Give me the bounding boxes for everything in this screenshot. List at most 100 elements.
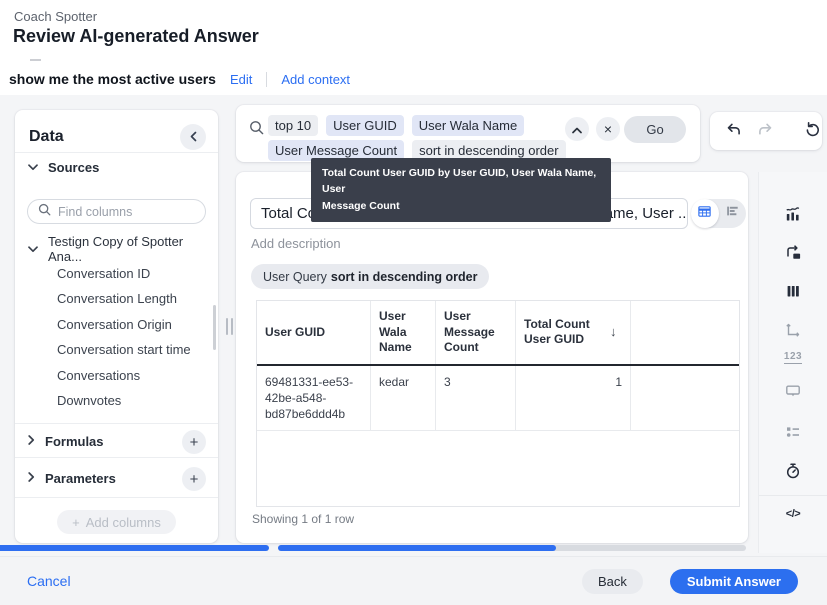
query-row: show me the most active users Edit Add c… bbox=[9, 68, 350, 90]
divider bbox=[15, 152, 218, 153]
add-columns-button[interactable]: + Add columns bbox=[57, 510, 176, 534]
history-controls bbox=[710, 112, 822, 150]
divider bbox=[759, 495, 827, 496]
column-item[interactable]: Conversation Origin bbox=[57, 315, 172, 333]
add-columns-label: Add columns bbox=[86, 515, 161, 530]
find-columns-input[interactable] bbox=[58, 205, 195, 219]
divider bbox=[15, 497, 218, 498]
sidebar-horizontal-scrollbar[interactable] bbox=[0, 545, 269, 551]
page-title: Review AI-generated Answer bbox=[13, 26, 259, 47]
column-header-sorted[interactable]: Total Count User GUID ↓ bbox=[516, 301, 631, 364]
change-viz-icon bbox=[784, 244, 802, 265]
search-token[interactable]: User GUID bbox=[326, 115, 404, 136]
dataset-node[interactable]: Testign Copy of Spotter Ana... bbox=[28, 240, 218, 258]
view-code-button[interactable]: </> bbox=[759, 502, 827, 526]
axes-icon bbox=[784, 321, 802, 342]
table-cell: 1 bbox=[516, 366, 631, 431]
column-item[interactable]: Conversation ID bbox=[57, 264, 150, 282]
divider bbox=[15, 423, 218, 424]
table-view-toggle[interactable] bbox=[691, 199, 719, 228]
add-context-link[interactable]: Add context bbox=[281, 72, 350, 87]
go-button[interactable]: Go bbox=[624, 116, 686, 143]
panel-resize-handle[interactable] bbox=[226, 318, 233, 335]
undo-button[interactable] bbox=[725, 121, 742, 141]
formulas-section-header[interactable]: Formulas bbox=[28, 432, 104, 450]
sources-section-header[interactable]: Sources bbox=[28, 158, 99, 176]
reset-button[interactable] bbox=[804, 121, 821, 141]
sidebar-scrollbar-thumb[interactable] bbox=[213, 305, 216, 350]
submit-answer-button[interactable]: Submit Answer bbox=[670, 569, 798, 594]
parameters-section-header[interactable]: Parameters bbox=[28, 469, 116, 487]
user-query-text: show me the most active users bbox=[9, 71, 216, 87]
footer-bar: Cancel Back Submit Answer bbox=[0, 556, 827, 605]
user-query-chip[interactable]: User Query sort in descending order bbox=[251, 264, 489, 289]
table-header-row: User GUID User Wala Name User Message Co… bbox=[257, 301, 739, 366]
chip-value: sort in descending order bbox=[331, 270, 478, 284]
column-item[interactable]: Downvotes bbox=[57, 391, 121, 409]
chevron-down-icon bbox=[28, 240, 38, 258]
bar-chart-icon bbox=[725, 204, 739, 223]
back-button[interactable]: Back bbox=[582, 569, 643, 594]
parameters-label: Parameters bbox=[45, 471, 116, 486]
close-icon: × bbox=[604, 122, 612, 136]
result-table: User GUID User Wala Name User Message Co… bbox=[256, 300, 740, 507]
schedule-button[interactable] bbox=[759, 460, 827, 484]
display-settings-button[interactable] bbox=[759, 380, 827, 404]
column-item[interactable]: Conversation start time bbox=[57, 340, 191, 358]
code-icon: </> bbox=[786, 508, 800, 520]
divider bbox=[15, 457, 218, 458]
divider bbox=[266, 72, 267, 87]
table-cell-empty bbox=[631, 366, 739, 431]
column-item[interactable]: Conversation Length bbox=[57, 289, 177, 307]
add-formula-button[interactable]: + bbox=[182, 430, 206, 454]
search-icon bbox=[38, 203, 51, 221]
dataset-name: Testign Copy of Spotter Ana... bbox=[48, 234, 218, 264]
main-horizontal-scrollbar-track[interactable] bbox=[278, 545, 746, 551]
coach-spotter-screen: Coach Spotter Review AI-generated Answer… bbox=[0, 0, 827, 605]
search-token[interactable]: top 10 bbox=[268, 115, 318, 136]
collapse-panel-button[interactable] bbox=[180, 124, 206, 150]
format-rules-icon bbox=[784, 423, 802, 444]
visualization-toggle bbox=[691, 199, 746, 228]
reset-icon bbox=[804, 121, 821, 141]
answer-card: Total Count User GUID by User GUID, User… bbox=[236, 172, 748, 543]
undo-icon bbox=[725, 121, 742, 141]
edit-link[interactable]: Edit bbox=[230, 72, 252, 87]
answer-toolbar: 123 </> bbox=[758, 172, 827, 553]
configure-axes-button[interactable] bbox=[759, 319, 827, 343]
search-bar: top 10 User GUID User Wala Name User Mes… bbox=[236, 105, 700, 162]
column-header[interactable]: User Message Count bbox=[436, 301, 516, 364]
sources-label: Sources bbox=[48, 160, 99, 175]
conditional-formatting-button[interactable] bbox=[759, 421, 827, 445]
chevron-down-icon bbox=[28, 158, 38, 176]
data-panel: Data Sources Testign Copy of Sp bbox=[15, 110, 218, 543]
row-count-status: Showing 1 of 1 row bbox=[252, 512, 354, 526]
cancel-link[interactable]: Cancel bbox=[27, 573, 71, 589]
table-cell: kedar bbox=[371, 366, 436, 431]
chevron-up-icon bbox=[572, 122, 582, 137]
formulas-label: Formulas bbox=[45, 434, 104, 449]
column-header[interactable]: User Wala Name bbox=[371, 301, 436, 364]
add-description-field[interactable]: Add description bbox=[251, 236, 341, 251]
search-icon bbox=[249, 120, 264, 140]
chart-view-toggle[interactable] bbox=[719, 199, 747, 228]
column-item[interactable]: Conversations bbox=[57, 366, 140, 384]
redo-button[interactable] bbox=[757, 121, 774, 141]
number-format-button[interactable]: 123 bbox=[759, 345, 827, 369]
main-horizontal-scrollbar-thumb[interactable] bbox=[278, 545, 556, 551]
add-parameter-button[interactable]: + bbox=[182, 467, 206, 491]
table-row: 69481331-ee53-42be-a548-bd87be6ddd4b ked… bbox=[257, 366, 739, 432]
visualize-button[interactable] bbox=[759, 203, 827, 227]
edit-columns-button[interactable] bbox=[759, 280, 827, 304]
tooltip-display-icon bbox=[784, 382, 802, 403]
column-header-empty bbox=[631, 301, 739, 364]
search-token[interactable]: User Wala Name bbox=[412, 115, 524, 136]
collapse-search-button[interactable] bbox=[565, 117, 589, 141]
change-visualization-button[interactable] bbox=[759, 242, 827, 266]
column-header[interactable]: User GUID bbox=[257, 301, 371, 364]
number-format-icon: 123 bbox=[784, 351, 802, 364]
table-icon bbox=[697, 204, 712, 224]
chip-prefix: User Query bbox=[263, 270, 327, 284]
clear-search-button[interactable]: × bbox=[596, 117, 620, 141]
data-panel-title: Data bbox=[29, 128, 64, 146]
